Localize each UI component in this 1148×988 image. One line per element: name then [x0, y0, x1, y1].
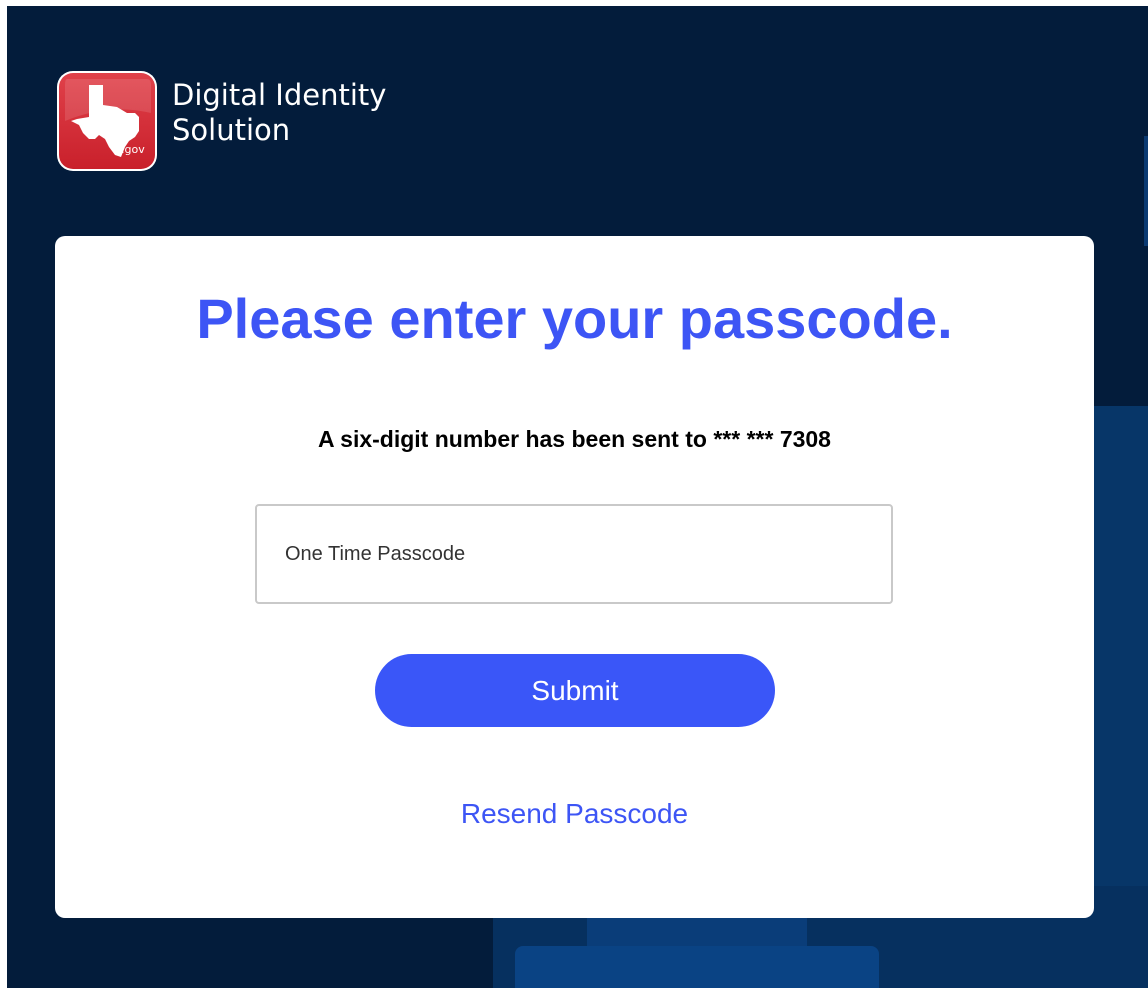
texas-gov-icon: .gov	[57, 71, 157, 171]
background-decoration-right-top	[1144, 136, 1148, 246]
one-time-passcode-input[interactable]	[255, 504, 893, 604]
brand-name: Digital Identity Solution	[172, 78, 386, 148]
passcode-card: Please enter your passcode. A six-digit …	[55, 236, 1094, 918]
background-decoration-bottom-bar	[515, 946, 879, 988]
passcode-sent-message: A six-digit number has been sent to *** …	[318, 426, 831, 452]
brand-line-1: Digital Identity	[172, 78, 387, 112]
brand-line-2: Solution	[172, 113, 291, 147]
texas-state-icon: .gov	[65, 79, 151, 157]
page-title: Please enter your passcode.	[196, 287, 953, 350]
resend-passcode-link[interactable]: Resend Passcode	[55, 798, 1094, 830]
logo-badge: .gov	[59, 73, 155, 169]
submit-button[interactable]: Submit	[375, 654, 775, 727]
page-background: .gov Digital Identity Solution Please en…	[7, 6, 1148, 988]
logo-badge-text: .gov	[121, 143, 145, 156]
